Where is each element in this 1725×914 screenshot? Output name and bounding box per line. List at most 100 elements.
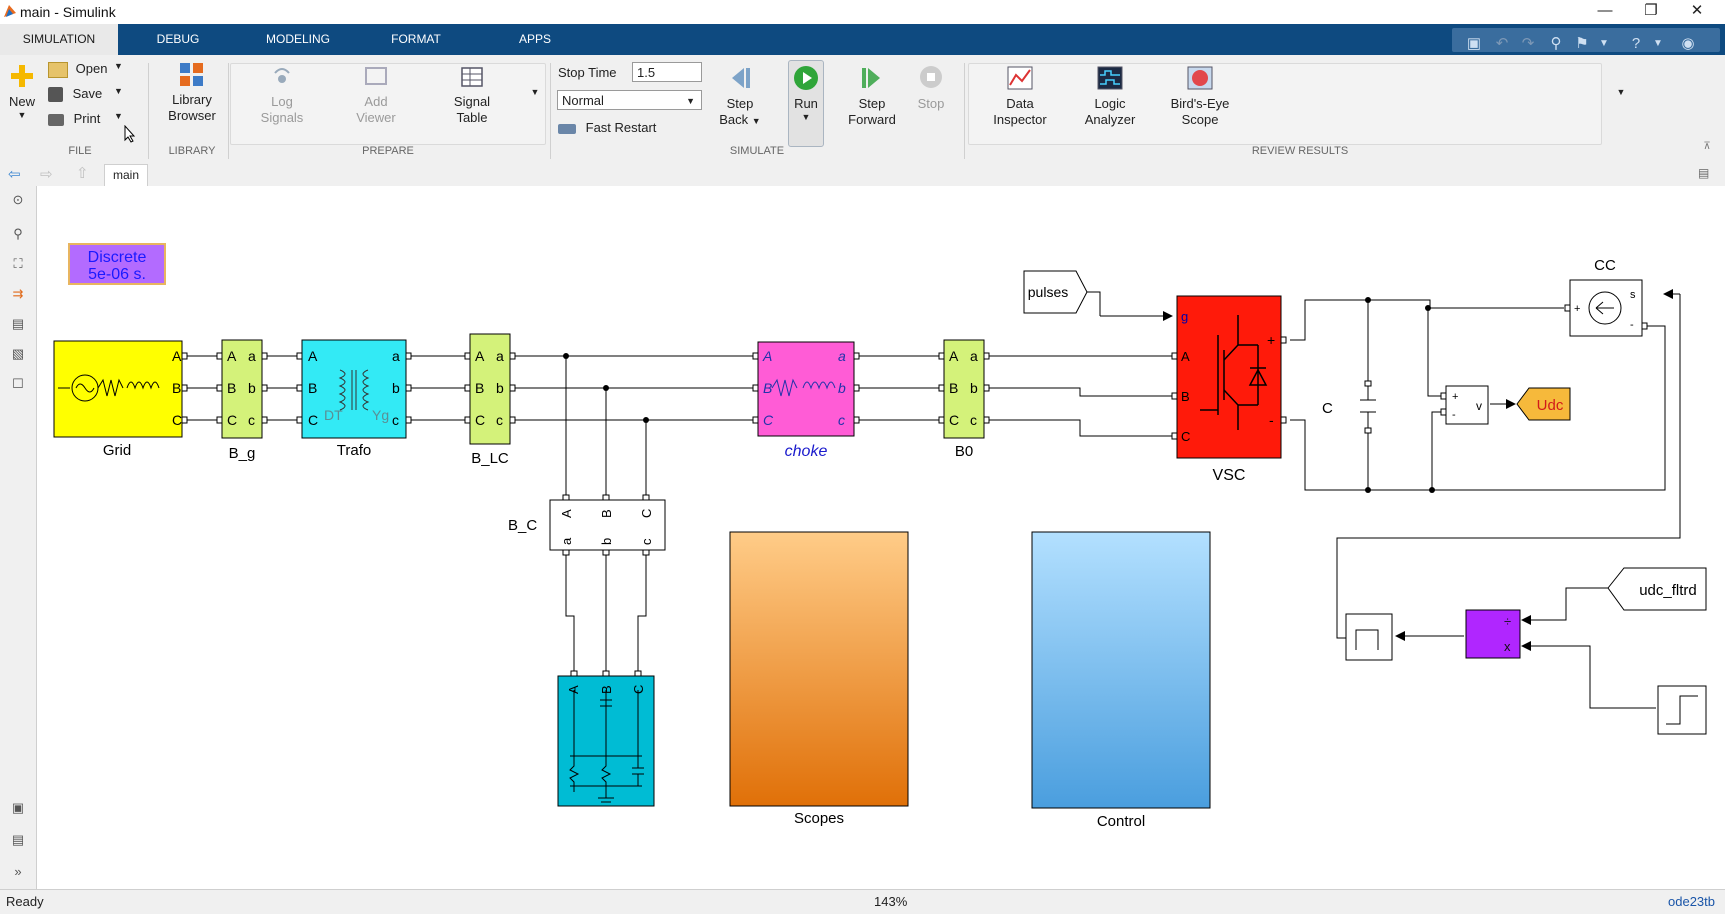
run-chevron-icon[interactable]: ▼ xyxy=(788,112,824,123)
fit-to-view-icon[interactable]: ⛶ xyxy=(9,256,27,274)
saturation-block[interactable] xyxy=(1345,613,1393,661)
log-signals-button[interactable]: Log Signals xyxy=(252,65,312,125)
back-arrow-icon[interactable]: ⇦ xyxy=(8,165,21,183)
step-block[interactable] xyxy=(1657,685,1707,735)
screenshot-icon[interactable]: ▣ xyxy=(9,800,27,818)
window-title: main - Simulink xyxy=(20,4,116,20)
signal-arrow-icon[interactable]: ⇉ xyxy=(9,286,27,304)
open-button[interactable]: Open ▼ xyxy=(48,61,138,78)
tab-modeling[interactable]: MODELING xyxy=(250,24,346,55)
save-dropdown-icon[interactable]: ▼ xyxy=(114,86,123,97)
search-icon[interactable]: ⚲ xyxy=(1544,33,1568,55)
simulation-mode-select[interactable]: Normal ▼ xyxy=(557,90,702,110)
control-subsystem[interactable] xyxy=(1031,531,1211,809)
filter-port-C: C xyxy=(631,685,646,694)
user-settings-icon[interactable]: ◉ xyxy=(1676,33,1700,55)
b0-port-c: c xyxy=(970,412,977,428)
print-label: Print xyxy=(73,111,101,126)
b-c-port-B: B xyxy=(599,509,614,518)
divide-port-x: x xyxy=(1504,639,1511,654)
save-button[interactable]: Save ▼ xyxy=(48,86,138,103)
review-gallery-expand-icon[interactable]: ▼ xyxy=(1614,87,1628,98)
log-label-l1: Log xyxy=(271,94,293,110)
tab-format[interactable]: FORMAT xyxy=(376,24,456,55)
up-arrow-icon[interactable]: ⇧ xyxy=(76,164,89,182)
divide-block[interactable] xyxy=(1465,609,1521,659)
capacitor-label: C xyxy=(1322,400,1333,417)
udc-fltrd-label: udc_fltrd xyxy=(1639,582,1697,599)
open-label: Open xyxy=(75,61,108,76)
control-label: Control xyxy=(1097,813,1145,830)
b-c-port-b: b xyxy=(599,538,614,545)
restore-button[interactable]: ❐ xyxy=(1628,0,1674,24)
collapse-ribbon-icon[interactable]: ⊼ xyxy=(1700,141,1714,153)
minimize-button[interactable]: — xyxy=(1582,0,1628,24)
help-icon[interactable]: ? xyxy=(1624,33,1648,55)
step-forward-icon xyxy=(862,68,880,88)
close-button[interactable]: ✕ xyxy=(1674,0,1720,24)
breadcrumb-tab-main[interactable]: main xyxy=(104,164,148,186)
library-browser-button[interactable]: Library Browser xyxy=(160,61,224,123)
stop-time-input[interactable]: 1.5 xyxy=(632,62,702,82)
library-label-l1: Library xyxy=(172,92,212,108)
open-dropdown-icon[interactable]: ▼ xyxy=(114,61,123,72)
vsc-port-C: C xyxy=(1181,429,1190,444)
stop-button[interactable]: Stop xyxy=(908,63,954,112)
annotation-icon[interactable]: ▤ xyxy=(9,316,27,334)
mouse-cursor-icon xyxy=(124,125,136,143)
zoom-icon[interactable]: ⚲ xyxy=(9,226,27,244)
vsc-block[interactable] xyxy=(1176,295,1282,459)
step-forward-button[interactable]: Step Forward xyxy=(842,63,902,127)
help-menu-chevron-icon[interactable]: ▼ xyxy=(1646,33,1670,55)
cc-port-minus: - xyxy=(1630,319,1634,331)
prepare-gallery-expand-icon[interactable]: ▼ xyxy=(528,87,542,98)
property-inspector-icon[interactable]: ▤ xyxy=(9,832,27,850)
model-canvas[interactable]: Discrete 5e-06 s. A B C Grid A a B b C c… xyxy=(37,186,1725,889)
data-inspector-button[interactable]: Data Inspector xyxy=(980,65,1060,127)
run-play-icon[interactable] xyxy=(791,63,821,93)
hide-explorer-icon[interactable]: ▤ xyxy=(1698,166,1709,180)
logic-analyzer-button[interactable]: Logic Analyzer xyxy=(1070,65,1150,127)
area-icon[interactable]: ☐ xyxy=(9,376,27,394)
fast-restart-button[interactable]: Fast Restart xyxy=(558,120,678,135)
save-quick-icon[interactable]: ▣ xyxy=(1462,33,1486,55)
scopes-subsystem[interactable] xyxy=(729,531,909,807)
solver-link[interactable]: ode23tb xyxy=(1668,894,1715,909)
birds-eye-scope-button[interactable]: Bird's-Eye Scope xyxy=(1160,65,1240,127)
section-simulate-label: SIMULATE xyxy=(729,145,785,157)
add-viewer-button[interactable]: Add Viewer xyxy=(346,65,406,125)
print-dropdown-icon[interactable]: ▼ xyxy=(114,111,123,122)
new-button[interactable]: New ▼ xyxy=(6,61,38,120)
scopes-label: Scopes xyxy=(794,810,844,827)
viewer-label-l1: Add xyxy=(364,94,388,110)
b0-port-a: a xyxy=(970,348,978,364)
tab-debug[interactable]: DEBUG xyxy=(138,24,218,55)
signal-table-button[interactable]: Signal Table xyxy=(442,65,502,125)
favorites-icon[interactable]: ⚑ xyxy=(1570,33,1594,55)
forward-arrow-icon[interactable]: ⇨ xyxy=(40,165,53,183)
divide-port-mul: ÷ xyxy=(1504,614,1511,629)
b-c-port-c: c xyxy=(639,538,654,545)
undo-icon[interactable]: ↶ xyxy=(1490,33,1514,55)
ribbon-toolstrip: New ▼ Open ▼ Save ▼ Print ▼ FILE Library… xyxy=(0,55,1725,163)
hide-browser-icon[interactable]: ⊙ xyxy=(9,192,27,210)
redo-icon[interactable]: ↷ xyxy=(1516,33,1540,55)
chevron-down-icon[interactable]: ▼ xyxy=(1592,33,1616,55)
trafo-port-c: c xyxy=(392,412,399,428)
filter-port-B: B xyxy=(599,685,614,694)
grid-block[interactable] xyxy=(53,340,183,438)
vsc-port-g: g xyxy=(1181,309,1188,324)
tab-apps[interactable]: APPS xyxy=(500,24,570,55)
expand-palette-icon[interactable]: » xyxy=(9,864,27,882)
choke-port-b: b xyxy=(838,380,846,396)
b-lc-label: B_LC xyxy=(471,450,509,467)
image-icon[interactable]: ▧ xyxy=(9,346,27,364)
tab-simulation[interactable]: SIMULATION xyxy=(0,24,118,55)
trafo-port-C: C xyxy=(308,412,318,428)
data-inspector-l2: Inspector xyxy=(993,111,1047,127)
choke-port-a: a xyxy=(838,348,846,364)
b0-label: B0 xyxy=(955,443,973,460)
run-control: Run ▼ xyxy=(788,63,824,122)
step-back-button[interactable]: Step Back ▼ xyxy=(712,63,768,127)
capacitor-icon[interactable] xyxy=(1360,384,1376,430)
